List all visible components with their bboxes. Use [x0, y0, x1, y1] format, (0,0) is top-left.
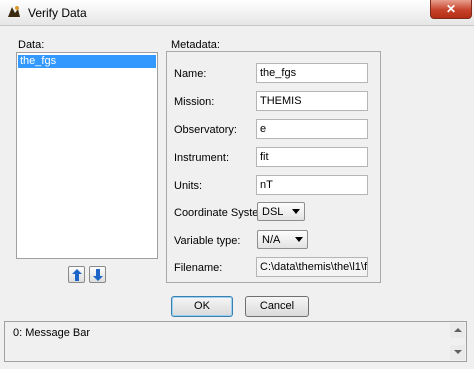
down-arrow-icon [93, 269, 103, 281]
up-arrow-icon [72, 269, 82, 281]
scroll-down-button[interactable] [450, 345, 465, 360]
move-up-button[interactable] [68, 266, 85, 283]
instrument-label: Instrument: [174, 152, 230, 164]
filename-field[interactable]: C:\data\themis\the\l1\fit\ [256, 257, 368, 277]
coordinate-system-value: DSL [262, 206, 284, 218]
variable-type-value: N/A [262, 234, 281, 246]
window-title: Verify Data [28, 6, 87, 20]
coordinate-system-select[interactable]: DSL [257, 202, 305, 221]
scroll-up-icon [454, 328, 462, 332]
scroll-up-button[interactable] [450, 323, 465, 338]
observatory-label: Observatory: [174, 124, 237, 136]
scroll-down-icon [454, 350, 462, 354]
chevron-down-icon [295, 237, 303, 242]
message-bar-text: 0: Message Bar [13, 327, 91, 339]
message-bar[interactable]: 0: Message Bar [4, 321, 467, 362]
metadata-label: Metadata: [171, 39, 220, 51]
name-label: Name: [174, 68, 207, 80]
move-down-button[interactable] [89, 266, 106, 283]
variable-type-label: Variable type: [174, 235, 241, 247]
name-field[interactable]: the_fgs [256, 63, 368, 83]
variable-type-select[interactable]: N/A [257, 230, 308, 249]
ok-button[interactable]: OK [171, 296, 233, 317]
mission-label: Mission: [174, 96, 215, 108]
data-label: Data: [18, 39, 45, 51]
cancel-button[interactable]: Cancel [245, 296, 309, 317]
idl-icon [8, 6, 20, 17]
observatory-field[interactable]: e [256, 119, 368, 139]
chevron-down-icon [292, 209, 300, 214]
filename-label: Filename: [174, 262, 223, 274]
units-label: Units: [174, 180, 203, 192]
units-field[interactable]: nT [256, 175, 368, 195]
title-bar: Verify Data ✕ [0, 0, 474, 26]
close-button[interactable]: ✕ [430, 0, 472, 19]
mission-field[interactable]: THEMIS [256, 91, 368, 111]
data-listbox[interactable]: the_fgs [16, 52, 158, 259]
close-icon: ✕ [445, 2, 457, 16]
list-item[interactable]: the_fgs [18, 55, 156, 68]
instrument-field[interactable]: fit [256, 147, 368, 167]
